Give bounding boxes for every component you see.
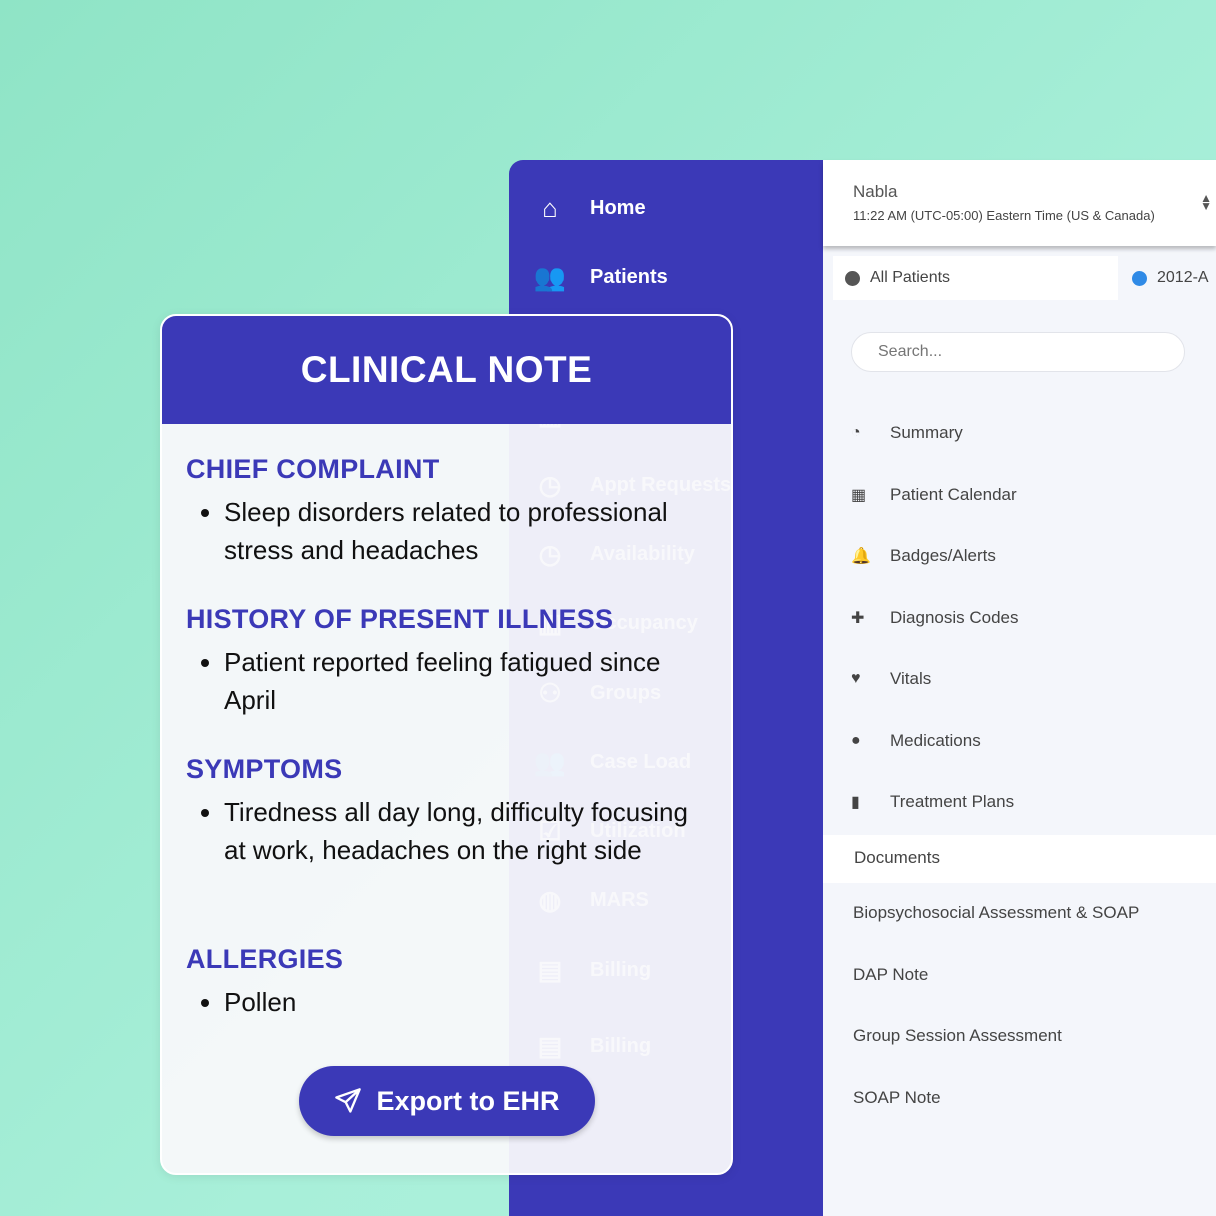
menu-item-label: Summary xyxy=(890,423,963,442)
section-heading: CHIEF COMPLAINT xyxy=(186,454,440,484)
sidebar-item-patients[interactable]: 👥 Patients xyxy=(533,261,668,292)
menu-item-patient-calendar[interactable]: ▦ Patient Calendar xyxy=(851,485,1017,505)
pills-icon: ● xyxy=(851,731,861,749)
document-item[interactable]: SOAP Note xyxy=(853,1088,941,1108)
users-icon: 👥 xyxy=(533,261,567,292)
note-section: SYMPTOMS Tiredness all day long, difficul… xyxy=(186,754,711,869)
menu-item-summary[interactable]: ◔ Summary xyxy=(851,423,963,443)
menu-item-label: Vitals xyxy=(890,669,932,688)
section-item: Pollen xyxy=(224,983,711,1021)
menu-item-treatment-plans[interactable]: ▮ Treatment Plans xyxy=(851,792,1014,812)
tab-label: All Patients xyxy=(870,269,951,286)
document-item[interactable]: DAP Note xyxy=(853,965,928,985)
tab-2012-a[interactable]: 2012-A xyxy=(1132,256,1209,300)
menu-item-label: Badges/Alerts xyxy=(890,546,996,565)
note-title: CLINICAL NOTE xyxy=(162,316,731,424)
menu-item-medications[interactable]: ● Medications xyxy=(851,731,981,751)
section-heading: HISTORY OF PRESENT ILLNESS xyxy=(186,604,614,634)
medkit-icon: ✚ xyxy=(851,609,865,627)
sidebar-item-home[interactable]: ⌂ Home xyxy=(535,192,646,223)
section-heading: SYMPTOMS xyxy=(186,754,343,784)
file-icon: ▮ xyxy=(851,794,860,811)
patient-panel: Nabla 11:22 AM (UTC-05:00) Eastern Time … xyxy=(823,160,1216,1216)
send-icon xyxy=(335,1088,362,1113)
status-dot-icon xyxy=(1132,270,1147,286)
menu-item-label: Patient Calendar xyxy=(890,484,1017,504)
menu-item-diagnosis-codes[interactable]: ✚ Diagnosis Codes xyxy=(851,608,1019,628)
tab-all-patients[interactable]: All Patients xyxy=(833,256,1118,300)
section-item: Patient reported feeling fatigued since … xyxy=(224,643,711,719)
bell-icon: 🔔 xyxy=(851,548,871,565)
sidebar-item-label: Home xyxy=(590,196,646,219)
section-item: Sleep disorders related to professional … xyxy=(224,493,711,569)
section-item: Tiredness all day long, difficulty focus… xyxy=(224,793,711,869)
search-input[interactable] xyxy=(851,332,1185,372)
note-section: ALLERGIES Pollen xyxy=(186,944,711,1021)
tab-label: 2012-A xyxy=(1157,269,1209,286)
header: Nabla 11:22 AM (UTC-05:00) Eastern Time … xyxy=(823,160,1216,246)
menu-item-badges-alerts[interactable]: 🔔 Badges/Alerts xyxy=(851,546,996,566)
sort-icon[interactable]: ▲ ▼ xyxy=(1200,192,1212,212)
org-name: Nabla xyxy=(853,182,898,201)
dashboard-icon: ◔ xyxy=(851,424,861,441)
export-to-ehr-button[interactable]: Export to EHR xyxy=(299,1066,595,1136)
section-heading: ALLERGIES xyxy=(186,944,344,974)
clinical-note-card: CLINICAL NOTE CHIEF COMPLAINT Sleep disor… xyxy=(160,314,733,1175)
export-label: Export to EHR xyxy=(376,1085,560,1116)
calendar-icon: ▦ xyxy=(851,486,867,504)
heartbeat-icon: ♥ xyxy=(851,670,861,687)
document-item[interactable]: Biopsychosocial Assessment & SOAP xyxy=(853,903,1139,923)
note-section: HISTORY OF PRESENT ILLNESS Patient report… xyxy=(186,604,711,719)
timezone: 11:22 AM (UTC-05:00) Eastern Time (US & … xyxy=(853,208,1155,223)
menu-item-label: Medications xyxy=(890,730,981,750)
menu-item-label: Diagnosis Codes xyxy=(890,607,1019,627)
home-icon: ⌂ xyxy=(542,192,558,223)
menu-item-vitals[interactable]: ♥ Vitals xyxy=(851,669,931,689)
status-dot-icon xyxy=(845,270,860,286)
documents-heading: Documents xyxy=(823,835,1216,883)
sidebar-item-label: Patients xyxy=(590,265,668,288)
document-item[interactable]: Group Session Assessment xyxy=(853,1026,1062,1046)
note-section: CHIEF COMPLAINT Sleep disorders related t… xyxy=(186,454,711,569)
menu-item-label: Treatment Plans xyxy=(890,792,1015,811)
